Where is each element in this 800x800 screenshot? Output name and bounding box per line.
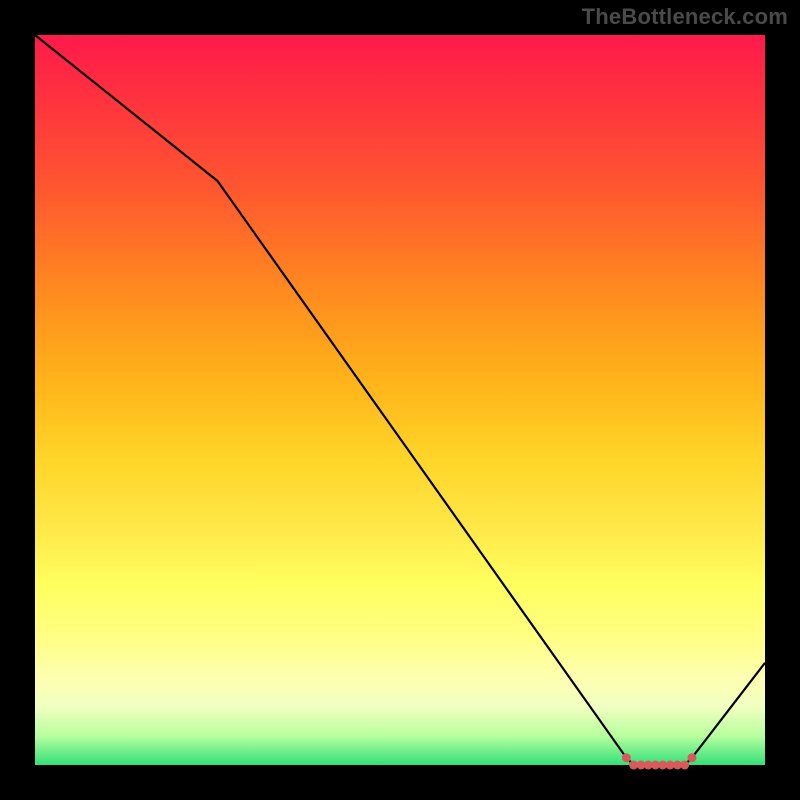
plot-area — [35, 35, 765, 765]
chart-frame: TheBottleneck.com — [0, 0, 800, 800]
attribution-text: TheBottleneck.com — [582, 4, 788, 30]
data-point — [680, 761, 689, 770]
data-point — [688, 753, 697, 762]
curve-group — [35, 35, 765, 770]
series-line — [35, 35, 765, 765]
data-point — [622, 753, 631, 762]
line-chart-svg — [35, 35, 765, 765]
